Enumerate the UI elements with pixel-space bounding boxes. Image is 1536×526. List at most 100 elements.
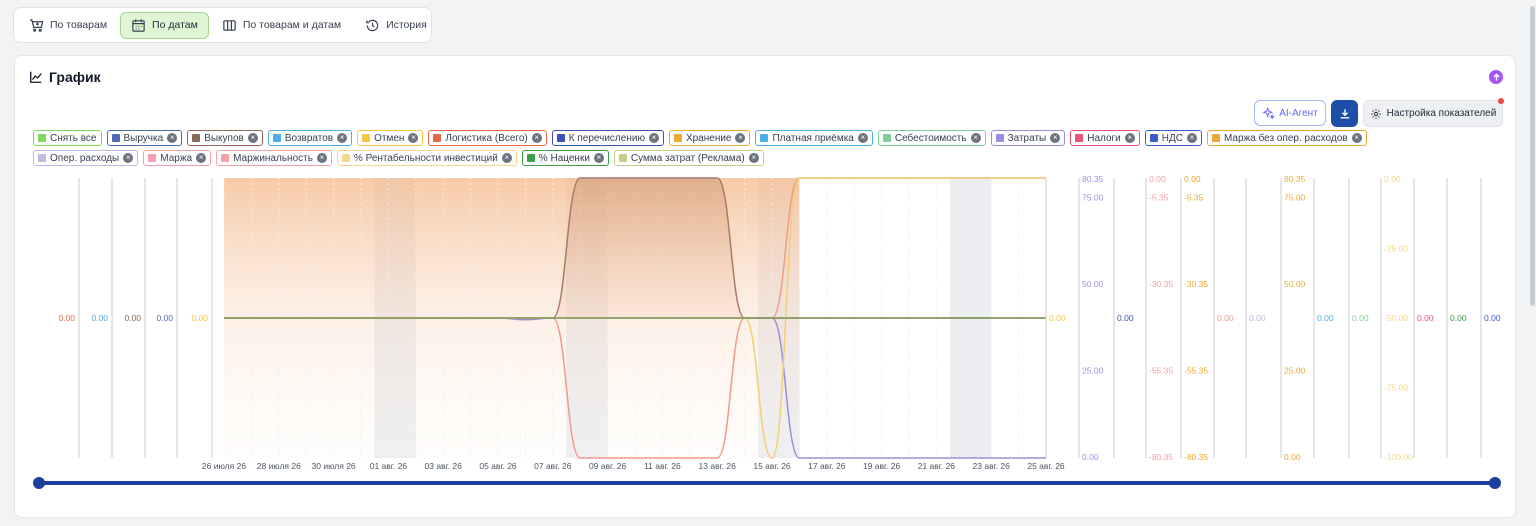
notification-dot <box>1498 98 1504 104</box>
remove-chip-icon[interactable]: × <box>316 153 327 163</box>
color-swatch <box>192 134 201 142</box>
tab-label: История <box>386 19 427 31</box>
x-axis-tick-label: 07 авг. 26 <box>534 461 572 471</box>
metric-chip[interactable]: Маржа без опер. расходов × <box>1206 130 1367 146</box>
remove-chip-icon[interactable]: × <box>167 133 178 143</box>
metric-chip[interactable]: % Наценки × <box>521 150 609 166</box>
slider-handle-start[interactable] <box>33 477 45 489</box>
left-axis-tick-label: 0.00 <box>124 313 141 323</box>
chip-label: НДС <box>1161 132 1183 144</box>
left-axis-tick-label: 0.00 <box>191 313 208 323</box>
chip-label: Снять все <box>50 132 97 144</box>
color-swatch <box>433 134 442 142</box>
tab-by-products-and-dates[interactable]: По товарам и датам <box>211 12 352 39</box>
remove-chip-icon[interactable]: × <box>1351 133 1362 143</box>
history-icon <box>366 19 379 31</box>
metric-chip[interactable]: Маржа × <box>143 150 212 166</box>
remove-chip-icon[interactable]: × <box>857 133 868 143</box>
tab-by-products[interactable]: По товарам <box>18 12 118 39</box>
color-swatch <box>556 134 565 142</box>
right-axis-tick-label: 0.00 <box>1117 313 1134 323</box>
right-axis-tick-label: -80.35 <box>1184 452 1208 462</box>
color-swatch <box>341 154 350 162</box>
right-axis-tick-label: 0.00 <box>1249 313 1266 323</box>
tab-history[interactable]: История <box>354 12 438 39</box>
right-axis-tick-label: -30.35 <box>1149 279 1173 289</box>
right-axis-tick-label: -30.35 <box>1184 279 1208 289</box>
tab-label: По датам <box>152 19 198 31</box>
date-range-slider[interactable] <box>33 476 1501 490</box>
metric-chip[interactable]: К перечислению × <box>551 130 664 146</box>
metric-chip[interactable]: Затраты × <box>990 130 1066 146</box>
right-axis-tick-label: 0.00 <box>1149 174 1166 184</box>
remove-chip-icon[interactable]: × <box>531 133 542 143</box>
tab-label: По товарам и датам <box>242 19 342 31</box>
chip-label: Маржинальность <box>233 152 313 164</box>
remove-chip-icon[interactable]: × <box>648 133 659 143</box>
metric-chip[interactable]: % Рентабельности инвестиций × <box>336 150 517 166</box>
right-axis-tick-label: 75.00 <box>1082 193 1104 203</box>
remove-chip-icon[interactable]: × <box>123 153 134 163</box>
metric-chip[interactable]: НДС × <box>1144 130 1202 146</box>
right-axis-tick-label: -5.35 <box>1184 193 1204 203</box>
line-chart-icon <box>30 71 42 83</box>
slider-handle-end[interactable] <box>1489 477 1501 489</box>
remove-chip-icon[interactable]: × <box>247 133 258 143</box>
remove-chip-icon[interactable]: × <box>337 133 348 143</box>
remove-chip-icon[interactable]: × <box>1124 133 1135 143</box>
metrics-settings-button[interactable]: Настройка показателей <box>1363 100 1503 127</box>
metric-chip[interactable]: Возвратов × <box>267 130 353 146</box>
download-button[interactable] <box>1331 100 1358 127</box>
color-swatch <box>760 134 769 142</box>
chip-label: Отмен <box>374 132 405 144</box>
remove-chip-icon[interactable]: × <box>501 153 512 163</box>
color-swatch <box>221 154 230 162</box>
metric-chip[interactable]: Сумма затрат (Реклама) × <box>613 150 764 166</box>
tab-label: По товарам <box>50 19 108 31</box>
right-axis-tick-label: 25.00 <box>1082 366 1104 376</box>
metric-chip[interactable]: Платная приёмка × <box>755 130 873 146</box>
metric-chip[interactable]: Себестоимость × <box>877 130 986 146</box>
metric-chip[interactable]: Снять все <box>33 130 102 146</box>
chip-label: Хранение <box>685 132 732 144</box>
scroll-up-button[interactable] <box>1489 70 1503 84</box>
left-axis-tick-label: 0.00 <box>91 313 108 323</box>
remove-chip-icon[interactable]: × <box>970 133 981 143</box>
right-axis-tick-label: 0.00 <box>1450 313 1467 323</box>
color-swatch <box>38 134 46 142</box>
metric-chip[interactable]: Опер. расходы × <box>33 150 139 166</box>
metric-chip[interactable]: Выкупов × <box>187 130 263 146</box>
metric-chip[interactable]: Маржинальность × <box>216 150 332 166</box>
x-axis-tick-label: 25 авг. 26 <box>1027 461 1065 471</box>
metric-chip[interactable]: Отмен × <box>357 130 424 146</box>
chip-label: Затраты <box>1007 132 1047 144</box>
metric-chip[interactable]: Хранение × <box>668 130 751 146</box>
arrow-up-icon <box>1492 72 1500 81</box>
metric-chip[interactable]: Выручка × <box>106 130 183 146</box>
tab-by-dates[interactable]: По датам <box>120 11 209 39</box>
x-axis-tick-label: 15 авг. 26 <box>753 461 791 471</box>
color-swatch <box>1211 134 1220 142</box>
page-scrollbar-thumb[interactable] <box>1530 6 1535 306</box>
remove-chip-icon[interactable]: × <box>593 153 604 163</box>
calendar-icon <box>132 18 145 32</box>
chip-label: % Рентабельности инвестиций <box>353 152 498 164</box>
remove-chip-icon[interactable]: × <box>1050 133 1061 143</box>
chip-label: Себестоимость <box>894 132 967 144</box>
metric-chip[interactable]: Логистика (Всего) × <box>428 130 547 146</box>
remove-chip-icon[interactable]: × <box>196 153 207 163</box>
ai-agent-button[interactable]: AI-Агент <box>1254 100 1326 126</box>
x-axis-tick-label: 26 июля 26 <box>202 461 246 471</box>
x-axis-tick-label: 05 авг. 26 <box>479 461 517 471</box>
right-axis-tick-label: 50.00 <box>1284 279 1306 289</box>
remove-chip-icon[interactable]: × <box>1186 133 1197 143</box>
color-swatch <box>148 154 157 162</box>
right-axis-tick-label: -50.00 <box>1384 313 1408 323</box>
remove-chip-icon[interactable]: × <box>748 153 759 163</box>
remove-chip-icon[interactable]: × <box>408 133 419 143</box>
remove-chip-icon[interactable]: × <box>735 133 746 143</box>
x-axis-tick-label: 21 авг. 26 <box>918 461 956 471</box>
ai-agent-label: AI-Агент <box>1279 107 1318 119</box>
chip-label: Опер. расходы <box>50 152 120 164</box>
metric-chip[interactable]: Налоги × <box>1070 130 1140 146</box>
